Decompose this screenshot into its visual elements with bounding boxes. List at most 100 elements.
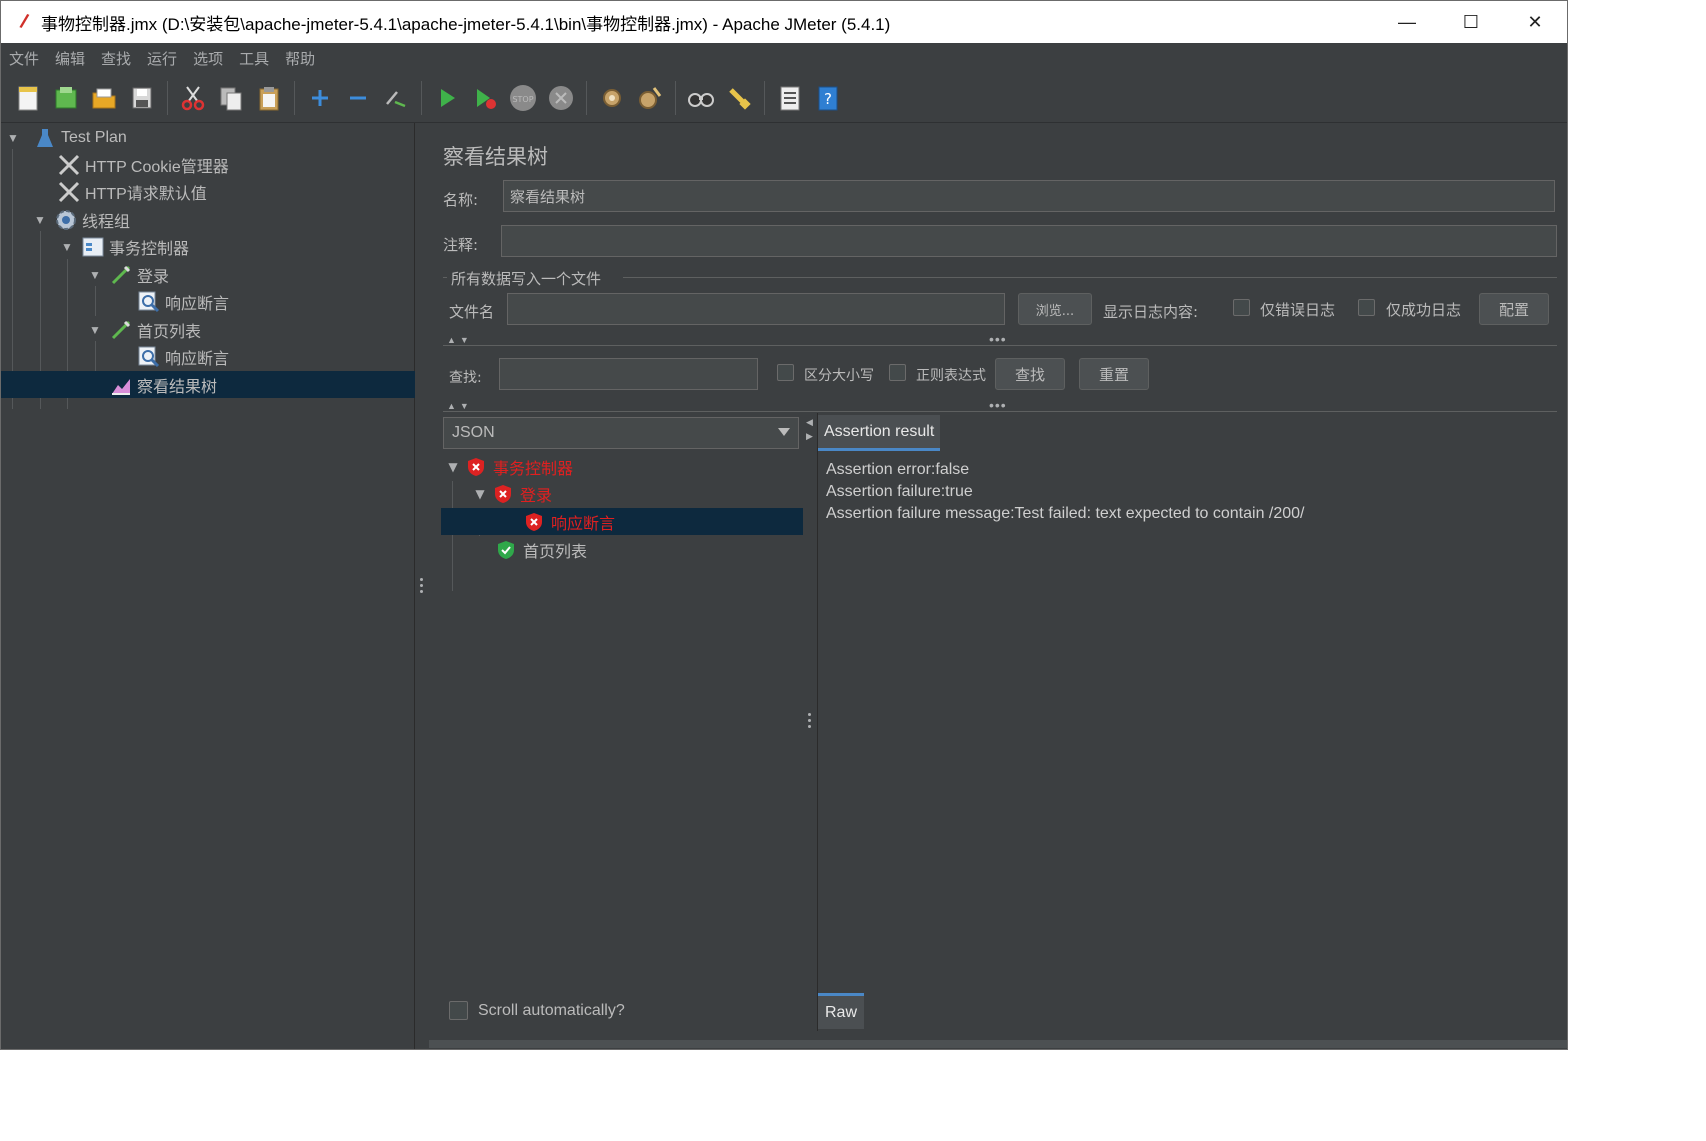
clear-icon[interactable] xyxy=(595,81,629,115)
menu-tools[interactable]: 工具 xyxy=(239,48,269,69)
browse-button[interactable]: 浏览... xyxy=(1018,293,1092,325)
help-icon[interactable]: ? xyxy=(811,81,845,115)
errors-only-checkbox[interactable] xyxy=(1233,299,1250,316)
result-item-login[interactable]: ▼ 登录 xyxy=(441,480,803,507)
result-item-assertion[interactable]: 响应断言 xyxy=(441,508,803,535)
drag-handle-icon[interactable]: ••• xyxy=(989,398,1007,412)
chevron-down-icon[interactable]: ▼ xyxy=(87,268,103,282)
chevron-down-icon[interactable]: ▼ xyxy=(32,213,48,227)
reset-search-icon[interactable] xyxy=(722,81,756,115)
search-input[interactable] xyxy=(499,358,758,390)
tree-item-test-plan[interactable]: ▼ Test Plan xyxy=(1,124,415,151)
name-label: 名称: xyxy=(443,191,479,209)
page-title: 察看结果树 xyxy=(443,145,548,169)
tree-item-view-results-tree[interactable]: 察看结果树 xyxy=(1,371,415,398)
horizontal-scrollbar[interactable] xyxy=(429,1035,1567,1049)
configure-button[interactable]: 配置 xyxy=(1479,293,1549,325)
tab-raw[interactable]: Raw xyxy=(818,993,865,1029)
tree-item-label: Test Plan xyxy=(61,128,127,146)
tab-assertion-result[interactable]: Assertion result xyxy=(818,415,941,451)
renderer-select[interactable]: JSON xyxy=(443,417,799,449)
shutdown-icon[interactable] xyxy=(544,81,578,115)
menu-search[interactable]: 查找 xyxy=(101,48,131,69)
case-sensitive-checkbox[interactable] xyxy=(777,364,794,381)
close-button[interactable]: ✕ xyxy=(1503,1,1567,43)
filename-field[interactable] xyxy=(507,293,1005,325)
tree-item-login[interactable]: ▼ 登录 xyxy=(1,261,415,288)
controller-icon xyxy=(81,235,105,259)
reset-button[interactable]: 重置 xyxy=(1079,358,1149,390)
chevron-down-icon[interactable]: ▼ xyxy=(445,460,461,474)
assertion-text: Assertion error:false Assertion failure:… xyxy=(826,459,1305,525)
start-no-pause-icon[interactable] xyxy=(468,81,502,115)
success-only-checkbox[interactable] xyxy=(1358,299,1375,316)
magnifier-icon xyxy=(137,345,161,369)
split-arrows-icon[interactable]: ▲▼ xyxy=(447,335,473,345)
expand-icon[interactable] xyxy=(303,81,337,115)
wrench-icon xyxy=(57,180,81,204)
tree-item-label: HTTP Cookie管理器 xyxy=(85,158,229,176)
new-icon[interactable] xyxy=(11,81,45,115)
search-icon[interactable] xyxy=(684,81,718,115)
menu-options[interactable]: 选项 xyxy=(193,48,223,69)
toggle-icon[interactable] xyxy=(379,81,413,115)
tree-item-assertion-2[interactable]: 响应断言 xyxy=(1,343,415,370)
tree-item-http-defaults[interactable]: HTTP请求默认值 xyxy=(1,178,415,205)
collapse-icon[interactable] xyxy=(341,81,375,115)
result-tree-pane: JSON ▼ 事务控制器 ▼ 登录 响应断言 首页列表 xyxy=(441,413,803,1031)
title-bar: / 事物控制器.jmx (D:\安装包\apache-jmeter-5.4.1\… xyxy=(1,1,1567,43)
result-item-homepage-list[interactable]: 首页列表 xyxy=(441,536,803,563)
scroll-automatically-option[interactable]: Scroll automatically? xyxy=(449,1001,625,1020)
minimize-button[interactable]: — xyxy=(1375,1,1439,43)
copy-icon[interactable] xyxy=(214,81,248,115)
menu-run[interactable]: 运行 xyxy=(147,48,177,69)
find-button[interactable]: 查找 xyxy=(995,358,1065,390)
maximize-button[interactable]: ☐ xyxy=(1439,1,1503,43)
chevron-down-icon[interactable]: ▼ xyxy=(87,323,103,337)
templates-icon[interactable] xyxy=(49,81,83,115)
cut-icon[interactable] xyxy=(176,81,210,115)
case-sensitive-label: 区分大小写 xyxy=(804,368,874,384)
tree-item-label: 响应断言 xyxy=(165,350,230,368)
chevron-down-icon[interactable]: ▼ xyxy=(5,131,21,145)
tree-item-label: 响应断言 xyxy=(165,295,230,313)
flask-icon xyxy=(33,126,57,150)
scrollbar-thumb[interactable] xyxy=(429,1040,1567,1048)
clear-all-icon[interactable] xyxy=(633,81,667,115)
menu-file[interactable]: 文件 xyxy=(9,48,39,69)
regex-checkbox[interactable] xyxy=(889,364,906,381)
tree-item-cookie-manager[interactable]: HTTP Cookie管理器 xyxy=(1,151,415,178)
result-splitter[interactable]: ◀ ▶ xyxy=(803,413,817,1031)
chevron-down-icon[interactable]: ▼ xyxy=(472,487,488,501)
save-icon[interactable] xyxy=(125,81,159,115)
name-field[interactable]: 察看结果树 xyxy=(503,180,1555,212)
paste-icon[interactable] xyxy=(252,81,286,115)
tree-item-label: HTTP请求默认值 xyxy=(85,185,207,203)
filename-label: 文件名 xyxy=(449,303,495,321)
menu-edit[interactable]: 编辑 xyxy=(55,48,85,69)
log-content-label: 显示日志内容: xyxy=(1103,303,1199,321)
scroll-automatically-checkbox[interactable] xyxy=(449,1001,468,1020)
function-helper-icon[interactable] xyxy=(773,81,807,115)
tree-item-thread-group[interactable]: ▼ 线程组 xyxy=(1,206,415,233)
open-icon[interactable] xyxy=(87,81,121,115)
start-icon[interactable] xyxy=(430,81,464,115)
tree-item-assertion-1[interactable]: 响应断言 xyxy=(1,288,415,315)
stop-icon[interactable]: STOP xyxy=(506,81,540,115)
fail-shield-icon xyxy=(465,456,487,478)
tree-item-homepage-list[interactable]: ▼ 首页列表 xyxy=(1,316,415,343)
split-arrows-icon[interactable]: ◀ ▶ xyxy=(806,415,813,443)
comment-field[interactable] xyxy=(501,225,1557,257)
tree-item-transaction-controller[interactable]: ▼ 事务控制器 xyxy=(1,233,415,260)
chart-icon xyxy=(109,373,133,397)
main-splitter[interactable] xyxy=(415,123,429,1049)
chevron-down-icon[interactable]: ▼ xyxy=(59,240,75,254)
magnifier-icon xyxy=(137,290,161,314)
split-arrows-icon[interactable]: ▲▼ xyxy=(447,401,473,411)
result-detail-pane: Assertion result Assertion error:false A… xyxy=(817,413,1567,1031)
result-item-transaction[interactable]: ▼ 事务控制器 xyxy=(441,453,803,480)
svg-text:STOP: STOP xyxy=(512,95,533,104)
drag-handle-icon[interactable]: ••• xyxy=(989,332,1007,346)
menu-help[interactable]: 帮助 xyxy=(285,48,315,69)
assertion-line: Assertion error:false xyxy=(826,461,970,478)
